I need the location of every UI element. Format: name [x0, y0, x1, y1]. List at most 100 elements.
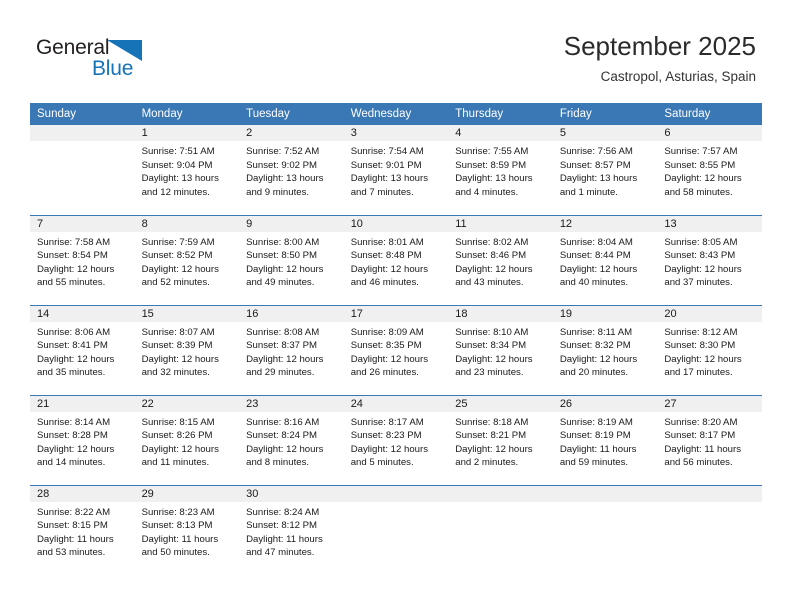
daylight-duration-line1: Daylight: 12 hours	[455, 443, 533, 455]
calendar-day-cell[interactable]: 14 Sunrise: 8:06 AM Sunset: 8:41 PM Dayligh…	[30, 304, 135, 395]
calendar-day-cell[interactable]: 8 Sunrise: 7:59 AM Sunset: 8:52 PM Daylight…	[134, 214, 240, 305]
day-details: Sunrise: 8:04 AM Sunset: 8:44 PM Daylight:…	[553, 232, 658, 290]
calendar-day-cell[interactable]: 12 Sunrise: 8:04 AM Sunset: 8:44 PM Dayligh…	[552, 214, 658, 305]
sunrise-time: Sunrise: 8:14 AM	[37, 416, 111, 428]
sunrise-time: Sunrise: 7:52 AM	[246, 146, 320, 157]
calendar-day-cell[interactable]: 10 Sunrise: 8:01 AM Sunset: 8:48 PM Dayligh…	[343, 214, 449, 305]
sunset-time: Sunset: 8:13 PM	[141, 520, 213, 532]
day-number	[343, 485, 449, 502]
daylight-duration-line2: and 32 minutes.	[141, 367, 210, 379]
day-details: Sunrise: 8:20 AM Sunset: 8:17 PM Daylight:…	[657, 412, 762, 470]
calendar-day-cell[interactable]: 25 Sunrise: 8:18 AM Sunset: 8:21 PM Dayligh…	[448, 394, 553, 485]
day-number: 20	[657, 305, 762, 322]
calendar-day-cell[interactable]: 29 Sunrise: 8:23 AM Sunset: 8:13 PM Dayligh…	[134, 484, 240, 575]
sunset-time: Sunset: 8:59 PM	[455, 159, 527, 171]
sunrise-time: Sunrise: 8:22 AM	[37, 506, 111, 518]
day-number: 8	[134, 215, 240, 232]
sunset-time: Sunset: 8:37 PM	[246, 340, 318, 352]
weekday-header-saturday: Saturday	[657, 103, 762, 125]
daylight-duration-line1: Daylight: 13 hours	[246, 173, 324, 185]
daylight-duration-line2: and 8 minutes.	[246, 457, 310, 469]
daylight-duration-line2: and 49 minutes.	[246, 277, 315, 289]
calendar-day-cell[interactable]: 19 Sunrise: 8:11 AM Sunset: 8:32 PM Dayligh…	[552, 304, 658, 395]
day-details: Sunrise: 7:56 AM Sunset: 8:57 PM Daylight:…	[553, 141, 658, 199]
calendar-day-cell[interactable]: 20 Sunrise: 8:12 AM Sunset: 8:30 PM Dayligh…	[657, 304, 762, 395]
day-number: 26	[552, 395, 658, 412]
sunrise-time: Sunrise: 7:56 AM	[559, 146, 633, 157]
calendar-table: Sunday Monday Tuesday Wednesday Thursday…	[30, 103, 762, 575]
calendar-day-cell[interactable]: 7 Sunrise: 7:58 AM Sunset: 8:54 PM Daylight…	[30, 214, 135, 305]
calendar-day-cell[interactable]: 23 Sunrise: 8:16 AM Sunset: 8:24 PM Dayligh…	[239, 394, 344, 485]
calendar-day-cell[interactable]: 21 Sunrise: 8:14 AM Sunset: 8:28 PM Dayligh…	[30, 394, 135, 485]
sunset-time: Sunset: 8:55 PM	[664, 159, 736, 171]
calendar-day-cell[interactable]: 1 Sunrise: 7:51 AM Sunset: 9:04 PM Daylight…	[134, 125, 240, 215]
calendar-day-cell-empty	[552, 484, 658, 575]
day-number: 28	[30, 485, 135, 502]
calendar-day-cell[interactable]: 22 Sunrise: 8:15 AM Sunset: 8:26 PM Dayligh…	[134, 394, 240, 485]
sunrise-time: Sunrise: 8:09 AM	[350, 326, 424, 338]
calendar-page: General Blue September 2025 Castropol, A…	[0, 0, 792, 612]
day-number: 19	[552, 305, 658, 322]
sunset-time: Sunset: 8:57 PM	[559, 159, 631, 171]
daylight-duration-line1: Daylight: 12 hours	[37, 443, 115, 455]
daylight-duration-line2: and 11 minutes.	[141, 457, 210, 469]
day-details: Sunrise: 8:18 AM Sunset: 8:21 PM Daylight:…	[448, 412, 553, 470]
day-details: Sunrise: 8:08 AM Sunset: 8:37 PM Daylight:…	[239, 322, 344, 380]
sunrise-time: Sunrise: 8:16 AM	[246, 416, 320, 428]
day-number: 22	[134, 395, 240, 412]
calendar-day-cell[interactable]: 16 Sunrise: 8:08 AM Sunset: 8:37 PM Dayligh…	[239, 304, 344, 395]
sunset-time: Sunset: 8:15 PM	[37, 520, 108, 532]
calendar-day-cell[interactable]: 13 Sunrise: 8:05 AM Sunset: 8:43 PM Dayligh…	[657, 214, 762, 305]
sunset-time: Sunset: 8:21 PM	[455, 430, 527, 442]
sunrise-time: Sunrise: 8:12 AM	[664, 326, 738, 338]
logo-text-blue: Blue	[92, 57, 134, 80]
general-blue-logo[interactable]: General Blue	[36, 36, 216, 86]
sunrise-time: Sunrise: 8:04 AM	[559, 236, 633, 248]
daylight-duration-line2: and 40 minutes.	[559, 277, 629, 289]
calendar-day-cell[interactable]: 26 Sunrise: 8:19 AM Sunset: 8:19 PM Dayligh…	[552, 394, 658, 485]
sunset-time: Sunset: 8:50 PM	[246, 250, 318, 262]
calendar-day-cell[interactable]: 11 Sunrise: 8:02 AM Sunset: 8:46 PM Dayligh…	[448, 214, 553, 305]
daylight-duration-line2: and 9 minutes.	[246, 186, 310, 198]
calendar-day-cell-empty	[343, 484, 449, 575]
daylight-duration-line2: and 5 minutes.	[350, 457, 414, 469]
calendar-day-cell[interactable]: 24 Sunrise: 8:17 AM Sunset: 8:23 PM Dayligh…	[343, 394, 449, 485]
page-title: September 2025	[563, 31, 756, 61]
sunrise-time: Sunrise: 8:07 AM	[141, 326, 215, 338]
daylight-duration-line1: Daylight: 11 hours	[37, 533, 114, 545]
day-number: 24	[343, 395, 449, 412]
calendar-day-cell[interactable]: 28 Sunrise: 8:22 AM Sunset: 8:15 PM Dayligh…	[30, 484, 135, 575]
daylight-duration-line2: and 26 minutes.	[350, 367, 419, 379]
daylight-duration-line2: and 23 minutes.	[455, 367, 524, 379]
sunrise-time: Sunrise: 7:58 AM	[37, 236, 111, 248]
daylight-duration-line2: and 58 minutes.	[664, 186, 733, 198]
day-details: Sunrise: 8:09 AM Sunset: 8:35 PM Daylight:…	[344, 322, 449, 380]
sunrise-time: Sunrise: 8:05 AM	[664, 236, 738, 248]
sunrise-time: Sunrise: 8:20 AM	[664, 416, 738, 428]
sunset-time: Sunset: 8:28 PM	[37, 430, 108, 442]
calendar-day-cell[interactable]: 4 Sunrise: 7:55 AM Sunset: 8:59 PM Daylight…	[448, 125, 553, 215]
calendar-day-cell[interactable]: 9 Sunrise: 8:00 AM Sunset: 8:50 PM Daylight…	[239, 214, 344, 305]
day-details: Sunrise: 8:05 AM Sunset: 8:43 PM Daylight:…	[657, 232, 762, 290]
calendar-day-cell[interactable]: 5 Sunrise: 7:56 AM Sunset: 8:57 PM Daylight…	[552, 125, 658, 215]
daylight-duration-line1: Daylight: 12 hours	[559, 263, 638, 275]
calendar-day-cell[interactable]: 6 Sunrise: 7:57 AM Sunset: 8:55 PM Daylight…	[657, 125, 762, 215]
calendar-day-cell[interactable]: 18 Sunrise: 8:10 AM Sunset: 8:34 PM Dayligh…	[448, 304, 553, 395]
sunrise-time: Sunrise: 8:23 AM	[141, 506, 215, 518]
calendar-day-cell[interactable]: 15 Sunrise: 8:07 AM Sunset: 8:39 PM Dayligh…	[134, 304, 240, 395]
daylight-duration-line2: and 46 minutes.	[350, 277, 419, 289]
day-details: Sunrise: 8:22 AM Sunset: 8:15 PM Daylight:…	[30, 502, 135, 560]
calendar-day-cell[interactable]: 30 Sunrise: 8:24 AM Sunset: 8:12 PM Dayligh…	[239, 484, 344, 575]
calendar-day-cell[interactable]: 3 Sunrise: 7:54 AM Sunset: 9:01 PM Daylight…	[343, 125, 449, 215]
daylight-duration-line2: and 1 minute.	[559, 186, 618, 198]
calendar-day-cell[interactable]: 2 Sunrise: 7:52 AM Sunset: 9:02 PM Daylight…	[239, 125, 344, 215]
daylight-duration-line2: and 35 minutes.	[37, 367, 106, 379]
day-number: 30	[239, 485, 344, 502]
daylight-duration-line2: and 4 minutes.	[455, 186, 519, 198]
daylight-duration-line2: and 47 minutes.	[246, 547, 315, 559]
daylight-duration-line2: and 59 minutes.	[559, 457, 629, 469]
calendar-day-cell[interactable]: 27 Sunrise: 8:20 AM Sunset: 8:17 PM Dayligh…	[657, 394, 762, 485]
daylight-duration-line2: and 53 minutes.	[37, 547, 106, 559]
daylight-duration-line1: Daylight: 11 hours	[664, 443, 741, 455]
calendar-day-cell[interactable]: 17 Sunrise: 8:09 AM Sunset: 8:35 PM Dayligh…	[343, 304, 449, 395]
